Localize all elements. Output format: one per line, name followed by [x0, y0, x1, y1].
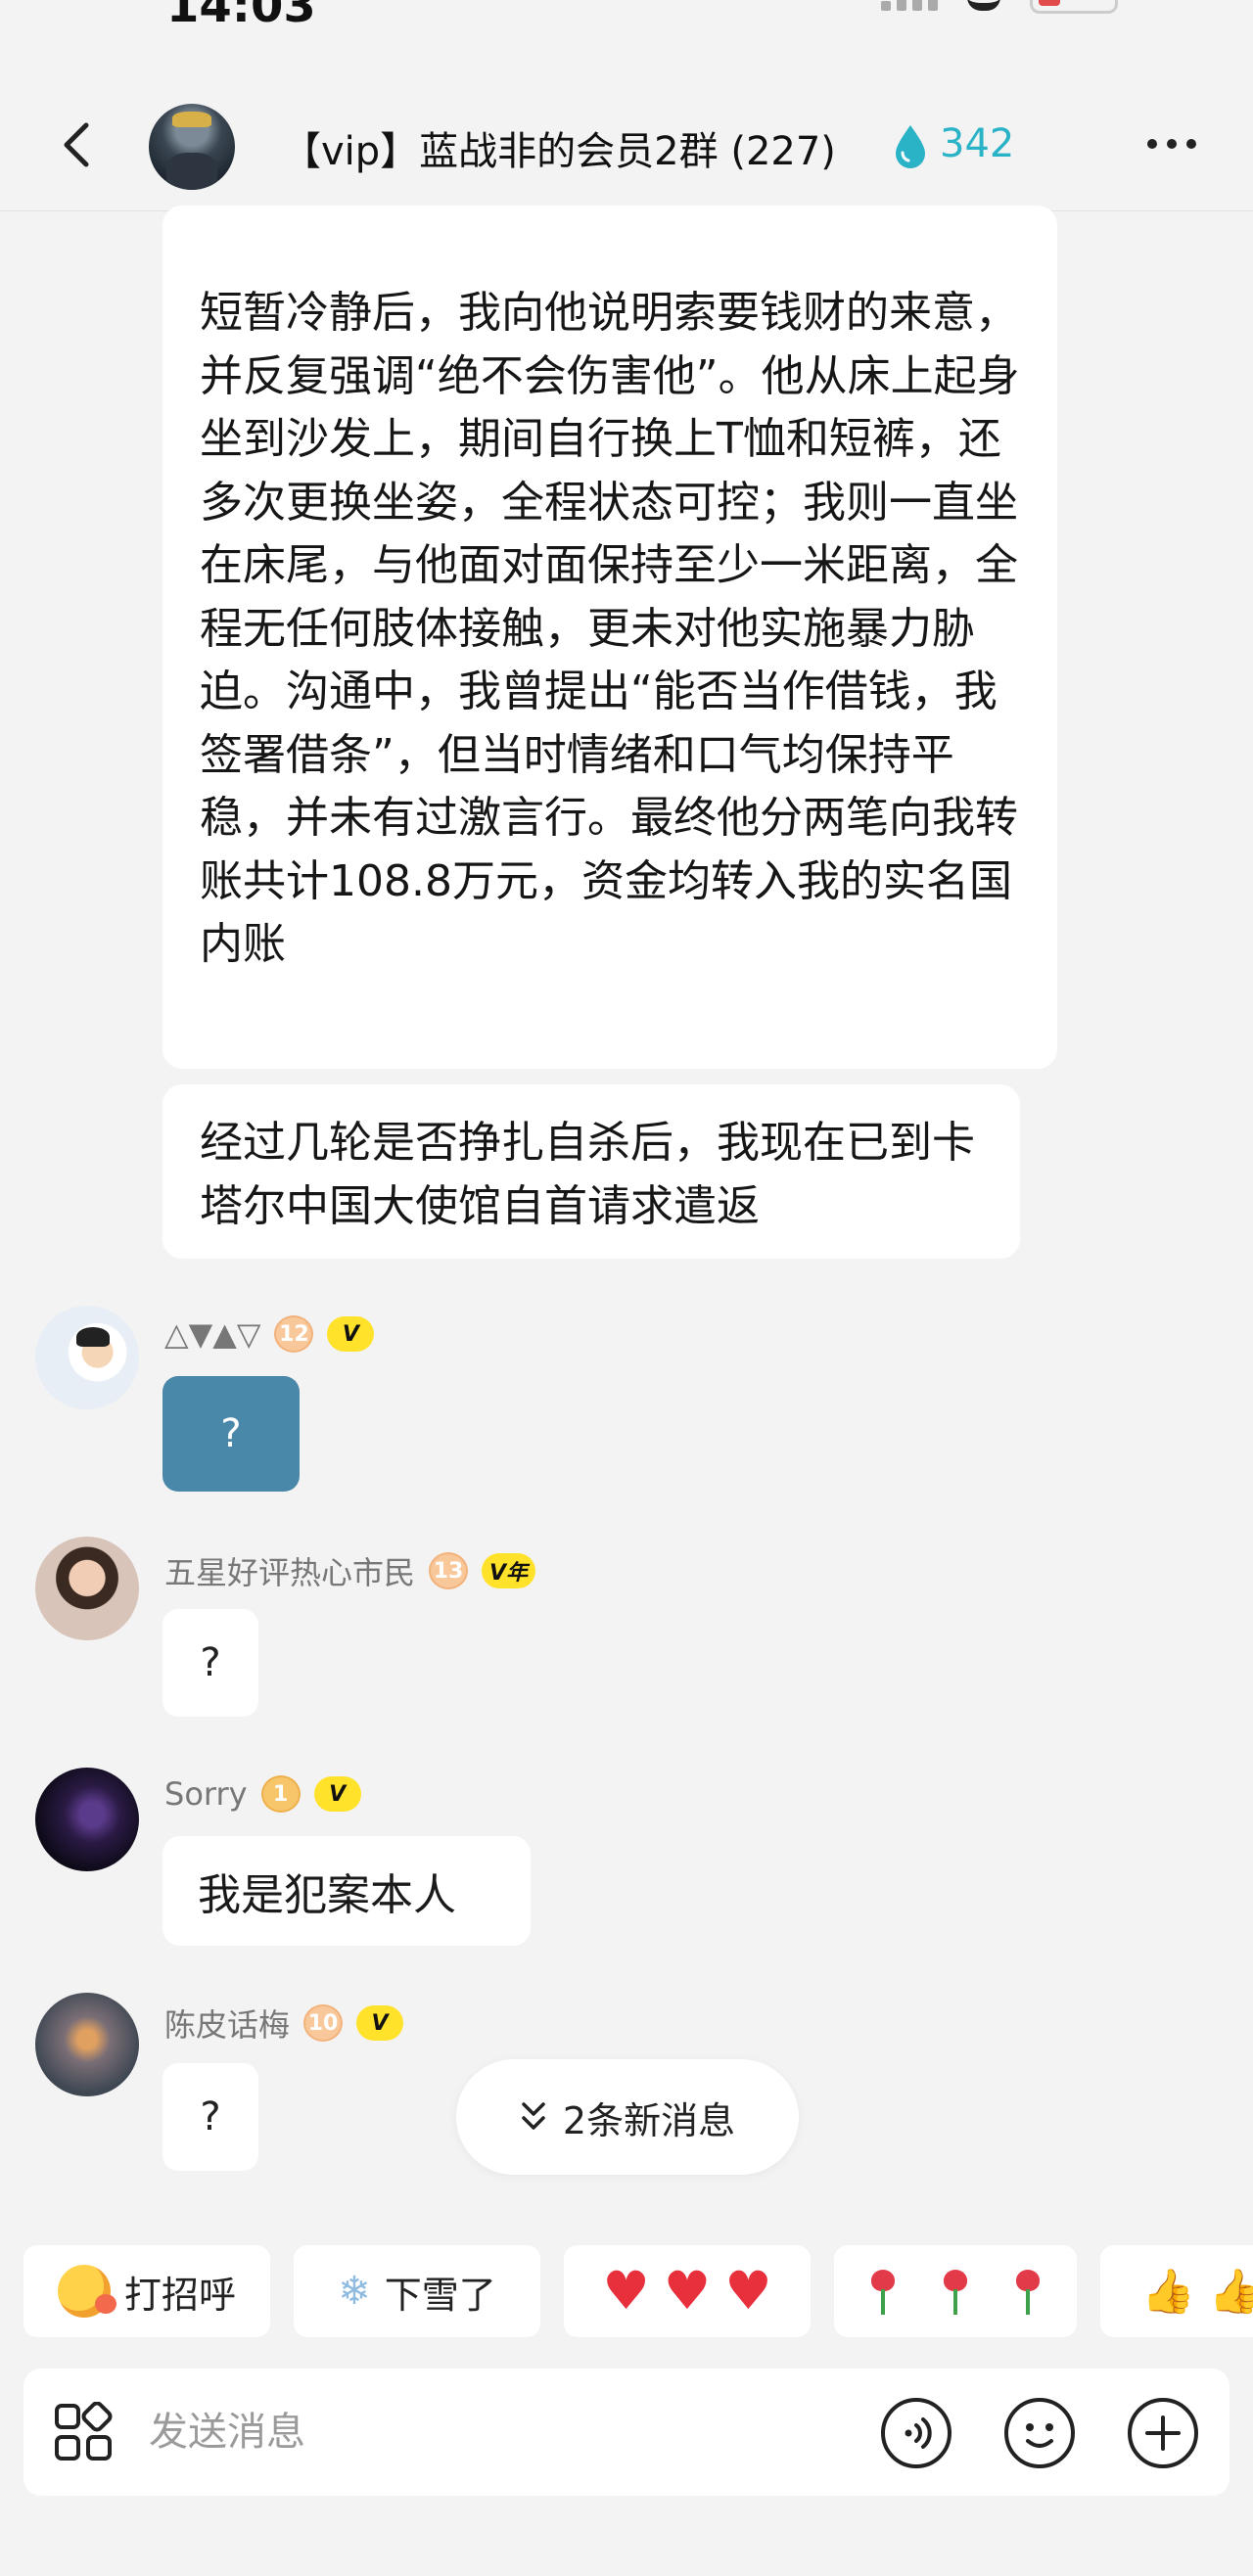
vip-badge: V — [327, 1316, 375, 1352]
chat-header: 【vip】蓝战非的会员2群 (227) 342 — [0, 78, 1253, 211]
group-title[interactable]: 【vip】蓝战非的会员2群 (227) — [282, 119, 836, 176]
back-icon[interactable] — [51, 117, 106, 172]
status-time: 14:03 — [166, 0, 316, 33]
message-bubble[interactable]: ? — [162, 2063, 258, 2171]
avatar[interactable] — [35, 1306, 139, 1409]
quick-reply-roses[interactable] — [834, 2245, 1077, 2337]
message-bubble[interactable]: ? — [162, 1376, 300, 1492]
level-badge: 13 — [429, 1552, 469, 1589]
status-bar: 14:03 — [0, 0, 1253, 39]
rose-icon — [936, 2266, 975, 2317]
avatar[interactable] — [35, 1993, 139, 2096]
signal-icon — [881, 0, 938, 11]
sender-name[interactable]: 五星好评热心市民 — [164, 1548, 415, 1593]
sender-row: Sorry 1 V — [164, 1775, 361, 1813]
battery-icon — [1030, 0, 1118, 14]
rose-icon — [863, 2266, 903, 2317]
more-icon[interactable] — [1147, 139, 1196, 149]
voice-icon[interactable] — [879, 2396, 953, 2470]
vip-badge: V — [356, 2005, 404, 2041]
message-text: ? — [220, 1411, 242, 1456]
heart-icon: ♥ — [663, 2260, 712, 2322]
emoji-icon[interactable] — [1002, 2396, 1077, 2470]
snowflake-icon: ❄ — [338, 2269, 371, 2314]
message-bubble[interactable]: 我是犯案本人 — [162, 1836, 531, 1946]
message-text: 我是犯案本人 — [198, 1870, 456, 1920]
message-input[interactable] — [149, 2398, 854, 2466]
message-input-bar — [23, 2369, 1230, 2496]
level-badge: 1 — [260, 1775, 301, 1813]
message-bubble[interactable]: ? — [162, 1609, 258, 1717]
new-messages-label: 2条新消息 — [562, 2098, 736, 2142]
vip-badge: V年 — [482, 1553, 536, 1588]
avatar[interactable] — [35, 1537, 139, 1640]
sender-name[interactable]: Sorry — [164, 1775, 248, 1813]
thumbs-up-icon: 👍 — [1208, 2267, 1253, 2317]
message-text: 短暂冷静后，我向他说明索要钱财的来意，并反复强调“绝不会伤害他”。他从床上起身坐… — [200, 288, 1020, 969]
sender-name[interactable]: 陈皮话梅 — [164, 2001, 290, 2046]
message-bubble-confession[interactable]: 经过几轮是否挣扎自杀后，我现在已到卡塔尔中国大使馆自首请求遣返 — [162, 1084, 1020, 1259]
sender-name[interactable]: △▼▲▽ — [164, 1315, 260, 1353]
apps-icon[interactable] — [53, 2402, 116, 2464]
new-messages-button[interactable]: 2条新消息 — [456, 2059, 799, 2175]
level-badge: 12 — [274, 1315, 314, 1353]
sender-row: 陈皮话梅 10 V — [164, 2001, 404, 2046]
heart-icon: ♥ — [724, 2260, 772, 2322]
wave-emoji-icon — [57, 2265, 116, 2318]
sender-row: 五星好评热心市民 13 V年 — [164, 1548, 536, 1593]
drop-count: 342 — [940, 121, 1015, 166]
plus-icon[interactable] — [1126, 2396, 1200, 2470]
group-avatar[interactable] — [149, 104, 235, 190]
rose-icon — [1008, 2266, 1047, 2317]
heart-icon: ♥ — [602, 2260, 650, 2322]
water-drop-icon — [896, 125, 925, 168]
thumbs-up-icon: 👍 — [1141, 2267, 1195, 2317]
quick-reply-snow[interactable]: ❄ 下雪了 — [294, 2245, 540, 2337]
message-bubble-long[interactable]: 短暂冷静后，我向他说明索要钱财的来意，并反复强调“绝不会伤害他”。他从床上起身坐… — [162, 206, 1057, 1069]
wifi-icon — [967, 0, 1000, 11]
quick-reply-thumbs[interactable]: 👍 👍 — [1100, 2245, 1253, 2337]
vip-badge: V — [313, 1776, 361, 1812]
status-icons — [881, 0, 1118, 14]
message-text: ? — [200, 1640, 221, 1685]
sender-row: △▼▲▽ 12 V — [164, 1315, 375, 1353]
quick-reply-greet[interactable]: 打招呼 — [23, 2245, 270, 2337]
message-text: 经过几轮是否挣扎自杀后，我现在已到卡塔尔中国大使馆自首请求遣返 — [200, 1118, 975, 1231]
quick-reply-label: 打招呼 — [123, 2273, 236, 2317]
level-badge: 10 — [303, 2004, 344, 2042]
quick-reply-hearts[interactable]: ♥ ♥ ♥ — [564, 2245, 811, 2337]
double-chevron-down-icon — [522, 2102, 545, 2130]
quick-reply-label: 下雪了 — [384, 2273, 496, 2317]
message-text: ? — [200, 2094, 221, 2139]
avatar[interactable] — [35, 1768, 139, 1871]
